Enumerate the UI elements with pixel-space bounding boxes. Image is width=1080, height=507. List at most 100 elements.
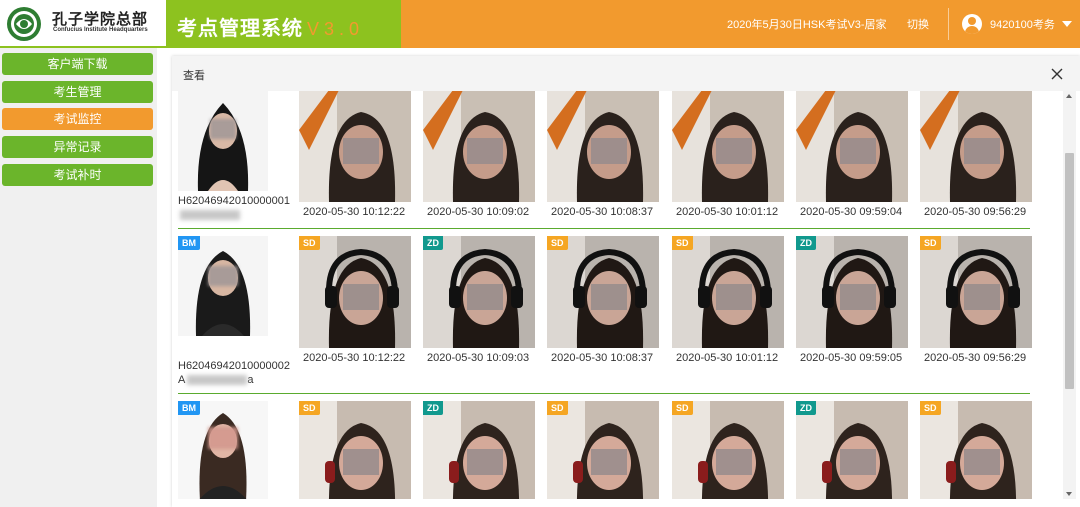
- snapshot-tag-badge: ZD: [423, 401, 443, 415]
- sidebar-item-client-download[interactable]: 客户端下载: [2, 53, 153, 75]
- webcam-frame-image: [796, 91, 908, 202]
- confucius-emblem-icon: [7, 7, 41, 41]
- snapshot-timestamp: 2020-05-30 10:12:22: [303, 352, 406, 364]
- snapshot-tag-badge: SD: [547, 236, 568, 250]
- snapshot-timestamp: 2020-05-30 09:56:29: [924, 352, 1027, 364]
- candidate-id-photo: BM: [178, 401, 268, 499]
- webcam-frame-image: [672, 401, 784, 499]
- candidate-name: Aa: [178, 374, 253, 386]
- webcam-frame-image: [920, 91, 1032, 202]
- candidate-name: [178, 209, 240, 221]
- sidebar-item-exam-monitoring[interactable]: 考试监控: [2, 108, 153, 130]
- snapshot-thumbnail[interactable]: SD: [672, 401, 784, 499]
- webcam-frame-image: [920, 236, 1032, 348]
- snapshot-thumbnail[interactable]: SD: [672, 236, 784, 348]
- webcam-frame-image: [299, 236, 411, 348]
- name-blur: [180, 210, 240, 221]
- snapshot-timestamp: 2020-05-30 09:59:05: [800, 352, 903, 364]
- snapshot-tag-badge: SD: [547, 401, 568, 415]
- snapshot-timestamp: 2020-05-30 09:56:29: [924, 206, 1027, 218]
- sidebar-item-extra-time[interactable]: 考试补时: [2, 164, 153, 186]
- user-avatar-icon: [962, 14, 982, 34]
- snapshot-thumbnail[interactable]: SD: [547, 401, 659, 499]
- webcam-frame-image: [672, 91, 784, 202]
- sidebar: 客户端下载 考生管理 考试监控 异常记录 考试补时: [0, 48, 157, 507]
- candidate-name-start: A: [178, 374, 186, 386]
- snapshot-thumbnail[interactable]: SD: [547, 236, 659, 348]
- snapshot-thumbnail[interactable]: ZD: [796, 236, 908, 348]
- user-name: 9420100考务: [990, 19, 1055, 31]
- snapshot-thumbnail[interactable]: [547, 91, 659, 202]
- snapshot-list: H62046942010000001 BM H62046942010000002: [172, 91, 1080, 499]
- user-menu[interactable]: 9420100考务: [962, 12, 1072, 36]
- candidate-name-end: a: [247, 374, 254, 386]
- snapshot-thumbnail[interactable]: [299, 91, 411, 202]
- snapshot-timestamp: 2020-05-30 10:08:37: [551, 352, 654, 364]
- sidebar-item-exception-records[interactable]: 异常记录: [2, 136, 153, 158]
- logo-chinese-text: 孔子学院总部: [52, 10, 149, 28]
- logo: 孔子学院总部 Confucius Institute Headquarters: [0, 0, 166, 48]
- snapshot-tag-badge: SD: [920, 236, 941, 250]
- header-divider: [948, 8, 949, 40]
- snapshot-tag-badge: SD: [299, 401, 320, 415]
- app-title: 考点管理系统 V3.0: [166, 0, 401, 48]
- sidebar-item-candidate-management[interactable]: 考生管理: [2, 81, 153, 103]
- close-icon[interactable]: [1047, 64, 1067, 84]
- id-photo-image: [178, 401, 268, 499]
- snapshot-timestamp: 2020-05-30 10:01:12: [676, 206, 779, 218]
- snapshot-tag-badge: SD: [672, 236, 693, 250]
- snapshot-thumbnail[interactable]: SD: [299, 236, 411, 348]
- row-divider: [178, 393, 1030, 394]
- webcam-frame-image: [672, 236, 784, 348]
- webcam-frame-image: [547, 91, 659, 202]
- switch-exam-link[interactable]: 切换: [907, 16, 929, 32]
- webcam-frame-image: [796, 236, 908, 348]
- scroll-up-arrow-icon[interactable]: [1066, 94, 1072, 98]
- face-blur: [208, 266, 238, 286]
- scroll-thumb[interactable]: [1065, 153, 1074, 389]
- snapshot-thumbnail[interactable]: SD: [299, 401, 411, 499]
- webcam-frame-image: [299, 401, 411, 499]
- snapshot-thumbnail[interactable]: SD: [920, 236, 1032, 348]
- app-version: V3.0: [307, 19, 365, 39]
- snapshot-timestamp: 2020-05-30 10:01:12: [676, 352, 779, 364]
- face-blur: [210, 119, 236, 139]
- current-exam-label: 2020年5月30日HSK考试V3-居家: [727, 19, 887, 31]
- dialog-header: 查看: [172, 56, 1080, 91]
- candidate-id-photo: [178, 91, 268, 191]
- snapshot-thumbnail[interactable]: SD: [920, 401, 1032, 499]
- candidate-id: H62046942010000002: [178, 360, 290, 372]
- snapshot-thumbnail[interactable]: ZD: [423, 401, 535, 499]
- webcam-frame-image: [423, 401, 535, 499]
- view-dialog: 查看 H62046942010000001 BM H62046942010000…: [172, 56, 1080, 507]
- candidate-id-photo: BM: [178, 236, 268, 336]
- snapshot-thumbnail[interactable]: [920, 91, 1032, 202]
- scroll-down-arrow-icon[interactable]: [1066, 492, 1072, 496]
- snapshot-thumbnail[interactable]: [423, 91, 535, 202]
- id-photo-image: [178, 236, 268, 336]
- snapshot-thumbnail[interactable]: [796, 91, 908, 202]
- webcam-frame-image: [423, 91, 535, 202]
- face-blur: [208, 427, 238, 449]
- snapshot-tag-badge: SD: [299, 236, 320, 250]
- name-blur: [187, 375, 248, 386]
- status-badge: BM: [178, 401, 200, 415]
- vertical-scrollbar[interactable]: [1063, 91, 1076, 499]
- snapshot-timestamp: 2020-05-30 09:59:04: [800, 206, 903, 218]
- snapshot-tag-badge: SD: [672, 401, 693, 415]
- id-photo-image: [178, 91, 268, 191]
- snapshot-thumbnail[interactable]: [672, 91, 784, 202]
- status-badge: BM: [178, 236, 200, 250]
- exam-monitor-app: 孔子学院总部 Confucius Institute Headquarters …: [0, 0, 1080, 507]
- app-title-text: 考点管理系统: [177, 18, 303, 40]
- webcam-frame-image: [423, 236, 535, 348]
- snapshot-tag-badge: ZD: [423, 236, 443, 250]
- snapshot-thumbnail[interactable]: ZD: [423, 236, 535, 348]
- top-header: 孔子学院总部 Confucius Institute Headquarters …: [0, 0, 1080, 48]
- snapshot-tag-badge: ZD: [796, 236, 816, 250]
- dialog-title: 查看: [183, 70, 205, 82]
- snapshot-thumbnail[interactable]: ZD: [796, 401, 908, 499]
- snapshot-tag-badge: SD: [920, 401, 941, 415]
- snapshot-timestamp: 2020-05-30 10:09:03: [427, 352, 530, 364]
- webcam-frame-image: [920, 401, 1032, 499]
